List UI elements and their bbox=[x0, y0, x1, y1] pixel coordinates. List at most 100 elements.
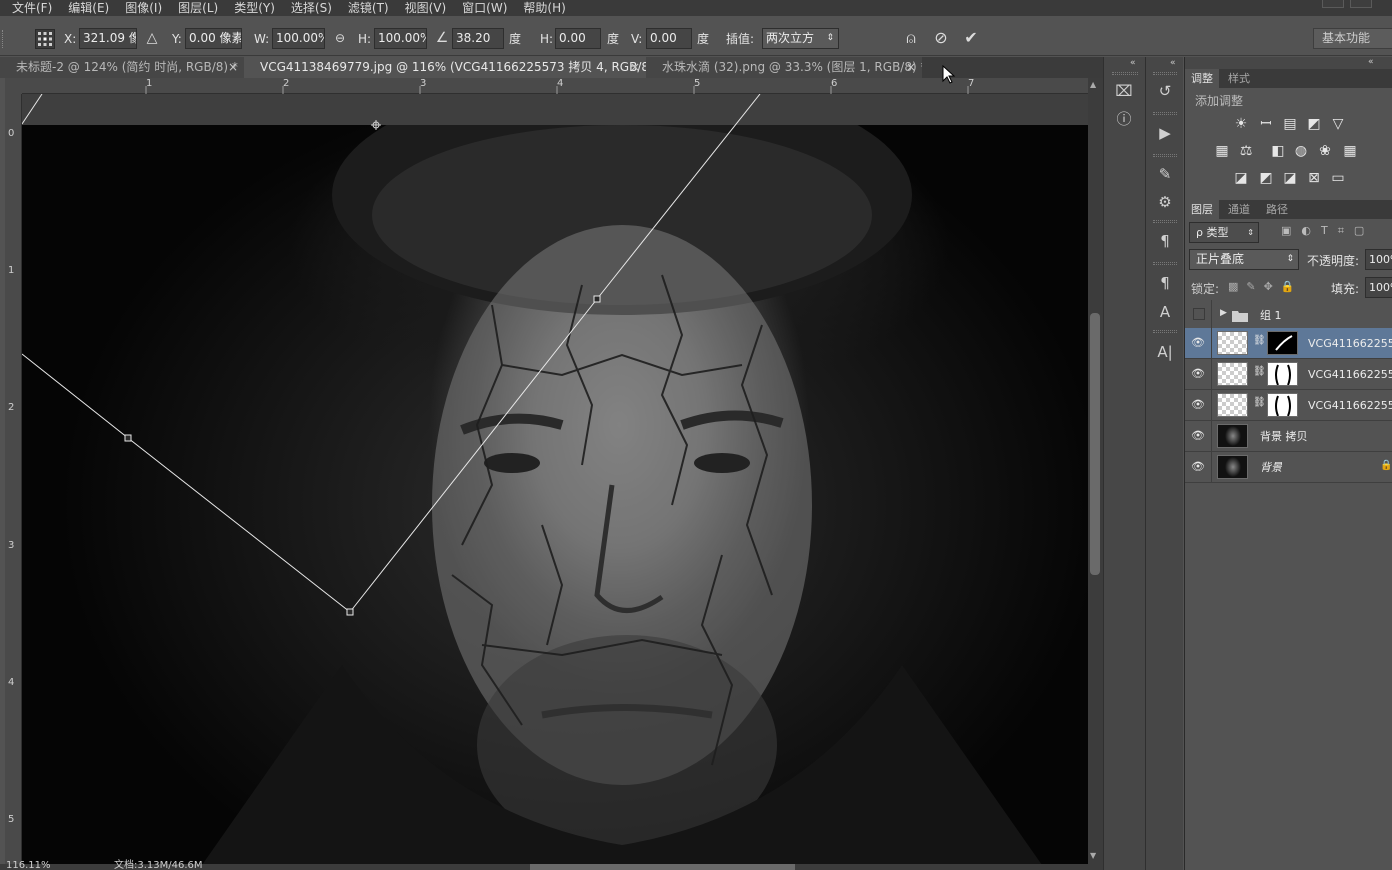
menu-type[interactable]: 类型(Y) bbox=[234, 0, 275, 16]
fill-field[interactable]: 100% bbox=[1365, 277, 1392, 298]
opacity-field[interactable]: 100% bbox=[1365, 249, 1392, 270]
visibility-toggle[interactable] bbox=[1185, 300, 1212, 331]
close-tab-icon[interactable]: × bbox=[906, 57, 916, 78]
mask-thumbnail[interactable] bbox=[1267, 362, 1298, 386]
layer-name[interactable]: VCG411662255… bbox=[1308, 359, 1392, 390]
document-canvas[interactable] bbox=[22, 94, 1088, 864]
transform-path-overlay[interactable] bbox=[22, 94, 1088, 864]
visibility-empty-box[interactable] bbox=[1193, 308, 1205, 320]
menu-help[interactable]: 帮助(H) bbox=[523, 0, 565, 16]
link-icon[interactable]: ⊖ bbox=[331, 28, 349, 48]
actions-play-icon[interactable]: ▶ bbox=[1152, 121, 1178, 145]
horizontal-scroll-thumb[interactable] bbox=[530, 864, 795, 870]
layer-filter-select[interactable]: ρ 类型 ⇕ bbox=[1189, 222, 1259, 243]
cancel-transform-icon[interactable]: ⊘ bbox=[930, 28, 952, 48]
tab-vcg-active[interactable]: VCG41138469779.jpg @ 116% (VCG4116622557… bbox=[244, 57, 646, 78]
close-tab-icon[interactable]: × bbox=[228, 57, 238, 78]
collapse-dock-icon[interactable]: « bbox=[1130, 58, 1136, 68]
close-tab-icon[interactable]: × bbox=[630, 57, 640, 78]
minimize-button[interactable] bbox=[1322, 0, 1344, 8]
visibility-toggle[interactable]: 👁 bbox=[1185, 328, 1212, 359]
hskew-field[interactable]: 0.00 bbox=[555, 28, 601, 49]
black-white-icon[interactable]: ◧ bbox=[1269, 142, 1287, 160]
paragraph-icon[interactable]: ¶ bbox=[1152, 229, 1178, 253]
menu-select[interactable]: 选择(S) bbox=[291, 0, 332, 16]
visibility-toggle[interactable]: 👁 bbox=[1185, 359, 1212, 390]
dock-grip[interactable] bbox=[1153, 262, 1177, 265]
zoom-level[interactable]: 116.11% bbox=[6, 861, 51, 870]
width-field[interactable]: 100.00% bbox=[272, 28, 325, 49]
blend-mode-select[interactable]: 正片叠底 ⇕ bbox=[1189, 249, 1299, 270]
menu-window[interactable]: 窗口(W) bbox=[462, 0, 507, 16]
menu-edit[interactable]: 编辑(E) bbox=[68, 0, 109, 16]
mask-thumbnail[interactable] bbox=[1267, 331, 1298, 355]
link-mask-icon[interactable]: ⛓ bbox=[1253, 366, 1266, 377]
tab-adjustments[interactable]: 调整 bbox=[1185, 69, 1219, 88]
tab-styles[interactable]: 样式 bbox=[1222, 69, 1256, 88]
layer-row-vcg-3[interactable]: 👁 ⛓ VCG411662255… bbox=[1185, 390, 1392, 421]
visibility-toggle[interactable]: 👁 bbox=[1185, 452, 1212, 483]
options-grip[interactable] bbox=[2, 30, 6, 48]
tab-paths[interactable]: 路径 bbox=[1260, 200, 1294, 219]
dock-grip[interactable] bbox=[1153, 154, 1177, 157]
channel-mixer-icon[interactable]: ❀ bbox=[1316, 142, 1334, 160]
info-panel-icon[interactable]: ⓘ bbox=[1111, 107, 1137, 131]
link-mask-icon[interactable]: ⛓ bbox=[1253, 397, 1266, 408]
character-icon[interactable]: A| bbox=[1152, 340, 1178, 364]
levels-icon[interactable]: ꟷ bbox=[1257, 115, 1275, 133]
collapse-panels-icon[interactable]: « bbox=[1368, 57, 1374, 67]
color-balance-icon[interactable]: ⚖ bbox=[1237, 142, 1255, 160]
layer-name[interactable]: VCG411662255… bbox=[1308, 390, 1392, 421]
brush-presets-icon[interactable]: ✎ bbox=[1152, 162, 1178, 186]
invert-icon[interactable]: ◪ bbox=[1232, 169, 1250, 187]
layer-thumbnail[interactable] bbox=[1217, 362, 1248, 386]
layer-row-vcg-2[interactable]: 👁 ⛓ VCG411662255… bbox=[1185, 359, 1392, 390]
history-icon[interactable]: ↺ bbox=[1152, 79, 1178, 103]
anchor-point[interactable] bbox=[346, 608, 354, 616]
angle-field[interactable]: 38.20 bbox=[452, 28, 504, 49]
y-field[interactable]: 0.00 像素 bbox=[185, 28, 242, 49]
layer-row-vcg-1[interactable]: 👁 ⛓ VCG411662255… bbox=[1185, 328, 1392, 359]
exposure-icon[interactable]: ◩ bbox=[1305, 115, 1323, 133]
dock-grip[interactable] bbox=[1153, 72, 1177, 75]
dock-grip[interactable] bbox=[1153, 330, 1177, 333]
eye-icon[interactable]: 👁 bbox=[1191, 460, 1205, 474]
layer-row-background-copy[interactable]: 👁 背景 拷贝 bbox=[1185, 421, 1392, 452]
posterize-icon[interactable]: ◩ bbox=[1257, 169, 1275, 187]
layer-row-group-1[interactable]: ▶ 组 1 bbox=[1185, 300, 1392, 331]
scroll-up-icon[interactable]: ▲ bbox=[1090, 80, 1096, 89]
expand-group-icon[interactable]: ▶ bbox=[1220, 308, 1227, 318]
commit-transform-icon[interactable]: ✔ bbox=[960, 28, 982, 48]
photo-filter-icon[interactable]: ◍ bbox=[1292, 142, 1310, 160]
scroll-down-icon[interactable]: ▼ bbox=[1090, 851, 1096, 860]
brightness-icon[interactable]: ☀ bbox=[1232, 115, 1250, 133]
eye-icon[interactable]: 👁 bbox=[1191, 336, 1205, 350]
paragraph-styles-icon[interactable]: ¶ bbox=[1152, 271, 1178, 295]
gradient-map-icon[interactable]: ▭ bbox=[1329, 169, 1347, 187]
tool-presets-icon[interactable]: ⚙ bbox=[1152, 190, 1178, 214]
layer-row-background[interactable]: 👁 背景 🔒 bbox=[1185, 452, 1392, 483]
layer-name[interactable]: 背景 bbox=[1260, 452, 1282, 483]
threshold-icon[interactable]: ◪ bbox=[1281, 169, 1299, 187]
color-lookup-icon[interactable]: ▦ bbox=[1341, 142, 1359, 160]
menu-image[interactable]: 图像(I) bbox=[125, 0, 162, 16]
ruler-corner[interactable] bbox=[5, 78, 22, 94]
interpolation-select[interactable]: 两次立方 ⇕ bbox=[762, 28, 839, 49]
anchor-point[interactable] bbox=[124, 434, 132, 442]
tab-untitled-2[interactable]: 未标题-2 @ 124% (简约 时尚, RGB/8) * × bbox=[0, 57, 244, 78]
eye-icon[interactable]: 👁 bbox=[1191, 429, 1205, 443]
menu-layer[interactable]: 图层(L) bbox=[178, 0, 218, 16]
height-field[interactable]: 100.00% bbox=[374, 28, 427, 49]
layer-name[interactable]: 组 1 bbox=[1260, 300, 1282, 331]
warp-mode-icon[interactable]: ⍝ bbox=[900, 28, 922, 48]
layer-filter-icons[interactable]: ▣◐T⌗▢ bbox=[1281, 224, 1391, 238]
layer-name[interactable]: 背景 拷贝 bbox=[1260, 421, 1308, 452]
vibrance-icon[interactable]: ▽ bbox=[1329, 115, 1347, 133]
menu-filter[interactable]: 滤镜(T) bbox=[348, 0, 389, 16]
eye-icon[interactable]: 👁 bbox=[1191, 367, 1205, 381]
menu-view[interactable]: 视图(V) bbox=[405, 0, 447, 16]
layer-name[interactable]: VCG411662255… bbox=[1308, 328, 1392, 359]
layer-thumbnail[interactable] bbox=[1217, 424, 1248, 448]
mask-thumbnail[interactable] bbox=[1267, 393, 1298, 417]
delta-icon[interactable]: △ bbox=[144, 28, 160, 48]
